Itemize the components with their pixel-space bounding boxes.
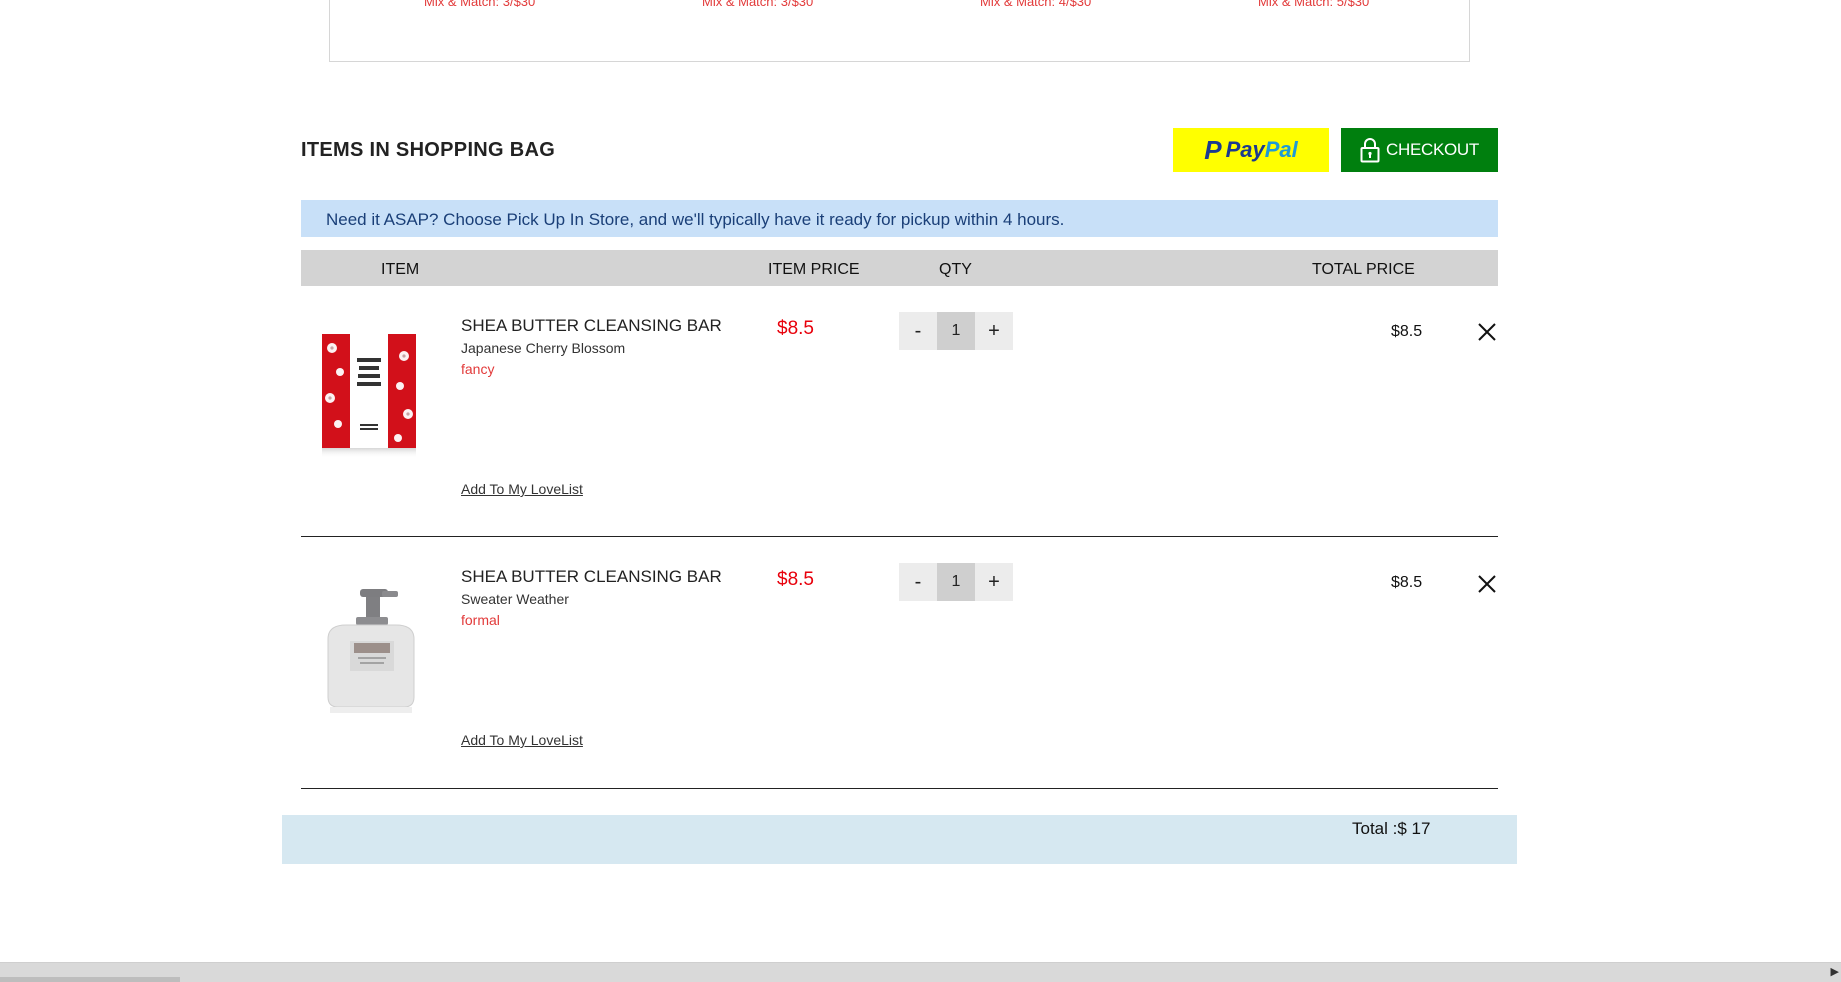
product-tag: fancy <box>461 361 495 377</box>
increase-qty-button[interactable]: + <box>975 563 1013 601</box>
recommendation-promo[interactable]: Mix & Match: 3/$30 <box>424 0 535 9</box>
lock-icon <box>1360 138 1380 163</box>
horizontal-scrollbar[interactable]: ▶ <box>0 962 1841 982</box>
product-name[interactable]: SHEA BUTTER CLEANSING BAR <box>461 567 722 587</box>
item-price: $8.5 <box>777 569 814 590</box>
item-total-price: $8.5 <box>1391 323 1423 340</box>
header-item: ITEM <box>381 261 420 278</box>
quantity-stepper: - + <box>899 563 1013 601</box>
paypal-wordmark: PayPal <box>1225 137 1298 162</box>
header-total-price: TOTAL PRICE <box>1312 261 1415 278</box>
paypal-button[interactable]: P PayPal <box>1173 128 1329 172</box>
order-total-bar: Total :$ 17 <box>282 815 1517 864</box>
quantity-input[interactable] <box>937 312 975 350</box>
recommendation-promo[interactable]: Mix & Match: 3/$30 <box>702 0 813 9</box>
close-icon <box>1478 323 1496 341</box>
header-qty: QTY <box>939 261 972 278</box>
recommendations-panel: Mix & Match: 3/$30 Mix & Match: 3/$30 Mi… <box>329 0 1470 62</box>
item-total-price: $8.5 <box>1391 574 1423 591</box>
header-item-price: ITEM PRICE <box>768 261 860 278</box>
remove-item-close-icon[interactable] <box>1475 320 1499 344</box>
checkout-label: CHECKOUT <box>1386 140 1479 159</box>
remove-item-close-icon[interactable] <box>1475 572 1499 596</box>
product-image-sweater-weather-soap[interactable] <box>320 579 422 715</box>
quantity-input[interactable] <box>937 563 975 601</box>
order-total: Total :$ 17 <box>1352 819 1431 838</box>
pickup-in-store-banner: Need it ASAP? Choose Pick Up In Store, a… <box>301 200 1498 237</box>
scroll-right-arrow-icon[interactable]: ▶ <box>1831 965 1839 978</box>
close-icon <box>1478 575 1496 593</box>
increase-qty-button[interactable]: + <box>975 312 1013 350</box>
shopping-bag-title: ITEMS IN SHOPPING BAG <box>301 139 556 161</box>
add-to-lovelist-link[interactable]: Add To My LoveList <box>461 481 583 497</box>
cart-item-row: SHEA BUTTER CLEANSING BAR Japanese Cherr… <box>301 286 1498 537</box>
decrease-qty-button[interactable]: - <box>899 563 937 601</box>
cart-table-header: ITEM ITEM PRICE QTY TOTAL PRICE <box>301 250 1498 286</box>
product-image-cherry-blossom-bar[interactable] <box>320 328 422 464</box>
quantity-stepper: - + <box>899 312 1013 350</box>
add-to-lovelist-link[interactable]: Add To My LoveList <box>461 732 583 748</box>
recommendation-promo[interactable]: Mix & Match: 4/$30 <box>980 0 1091 9</box>
cart-item-row: SHEA BUTTER CLEANSING BAR Sweater Weathe… <box>301 537 1498 789</box>
scrollbar-thumb[interactable] <box>0 977 180 982</box>
product-scent: Japanese Cherry Blossom <box>461 340 626 356</box>
product-name[interactable]: SHEA BUTTER CLEANSING BAR <box>461 316 722 336</box>
item-price: $8.5 <box>777 318 814 339</box>
paypal-logo-icon: P <box>1204 135 1222 165</box>
product-tag: formal <box>461 612 500 628</box>
recommendation-promo[interactable]: Mix & Match: 5/$30 <box>1258 0 1369 9</box>
checkout-button[interactable]: CHECKOUT <box>1341 128 1498 172</box>
decrease-qty-button[interactable]: - <box>899 312 937 350</box>
product-scent: Sweater Weather <box>461 591 569 607</box>
